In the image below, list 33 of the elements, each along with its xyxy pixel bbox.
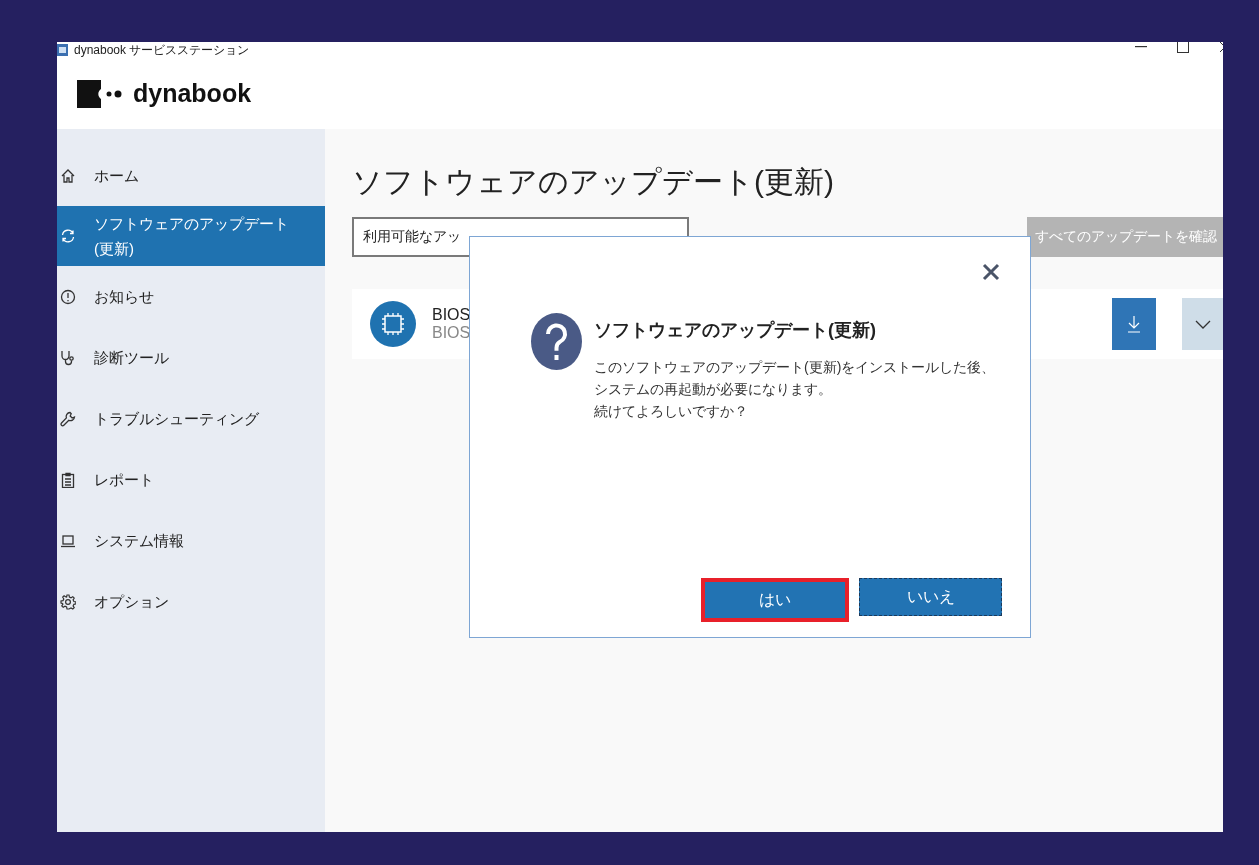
close-button[interactable] [980,261,1002,283]
sidebar-item[interactable]: お知らせ [57,266,325,327]
dialog-button[interactable]: いいえ [859,578,1002,616]
chevron-down-icon [1194,319,1211,329]
home-icon [60,167,76,184]
clipboard-icon [60,471,76,488]
update-subtitle: BIOS [432,324,471,342]
maximize-icon[interactable] [1177,42,1189,53]
sidebar-item[interactable]: 診断ツール [57,327,325,388]
dialog-title: ソフトウェアのアップデート(更新) [594,319,877,342]
download-icon [1127,315,1141,333]
dialog-button[interactable]: はい [701,578,849,622]
laptop-icon [60,532,76,549]
stethoscope-icon [60,349,76,366]
info-icon [60,288,76,305]
sidebar-item[interactable]: ソフトウェアのアップデート(更新) [57,206,325,266]
sidebar-item[interactable]: トラブルシューティング [57,388,325,449]
update-name: BIOS [432,306,471,324]
sidebar-item[interactable]: レポート [57,449,325,510]
sidebar-item[interactable]: ホーム [57,145,325,206]
gear-icon [60,593,76,610]
app-icon [57,44,68,56]
sidebar-item[interactable]: システム情報 [57,510,325,571]
dialog-message: このソフトウェアのアップデート(更新)をインストールした後、 システムの再起動が必要になります。 続けてよろしいですか？ [594,358,996,421]
logo-text: dynabook [133,79,252,108]
page-title: ソフトウェアのアップデート(更新) [352,164,835,200]
question-icon [531,313,582,370]
minimize-icon[interactable] [1135,45,1147,48]
refresh-icon [60,228,76,244]
wrench-icon [60,410,76,427]
chip-icon [370,301,416,347]
sidebar-item[interactable]: オプション [57,571,325,632]
window-title: dynabook サービスステーション [74,44,250,56]
